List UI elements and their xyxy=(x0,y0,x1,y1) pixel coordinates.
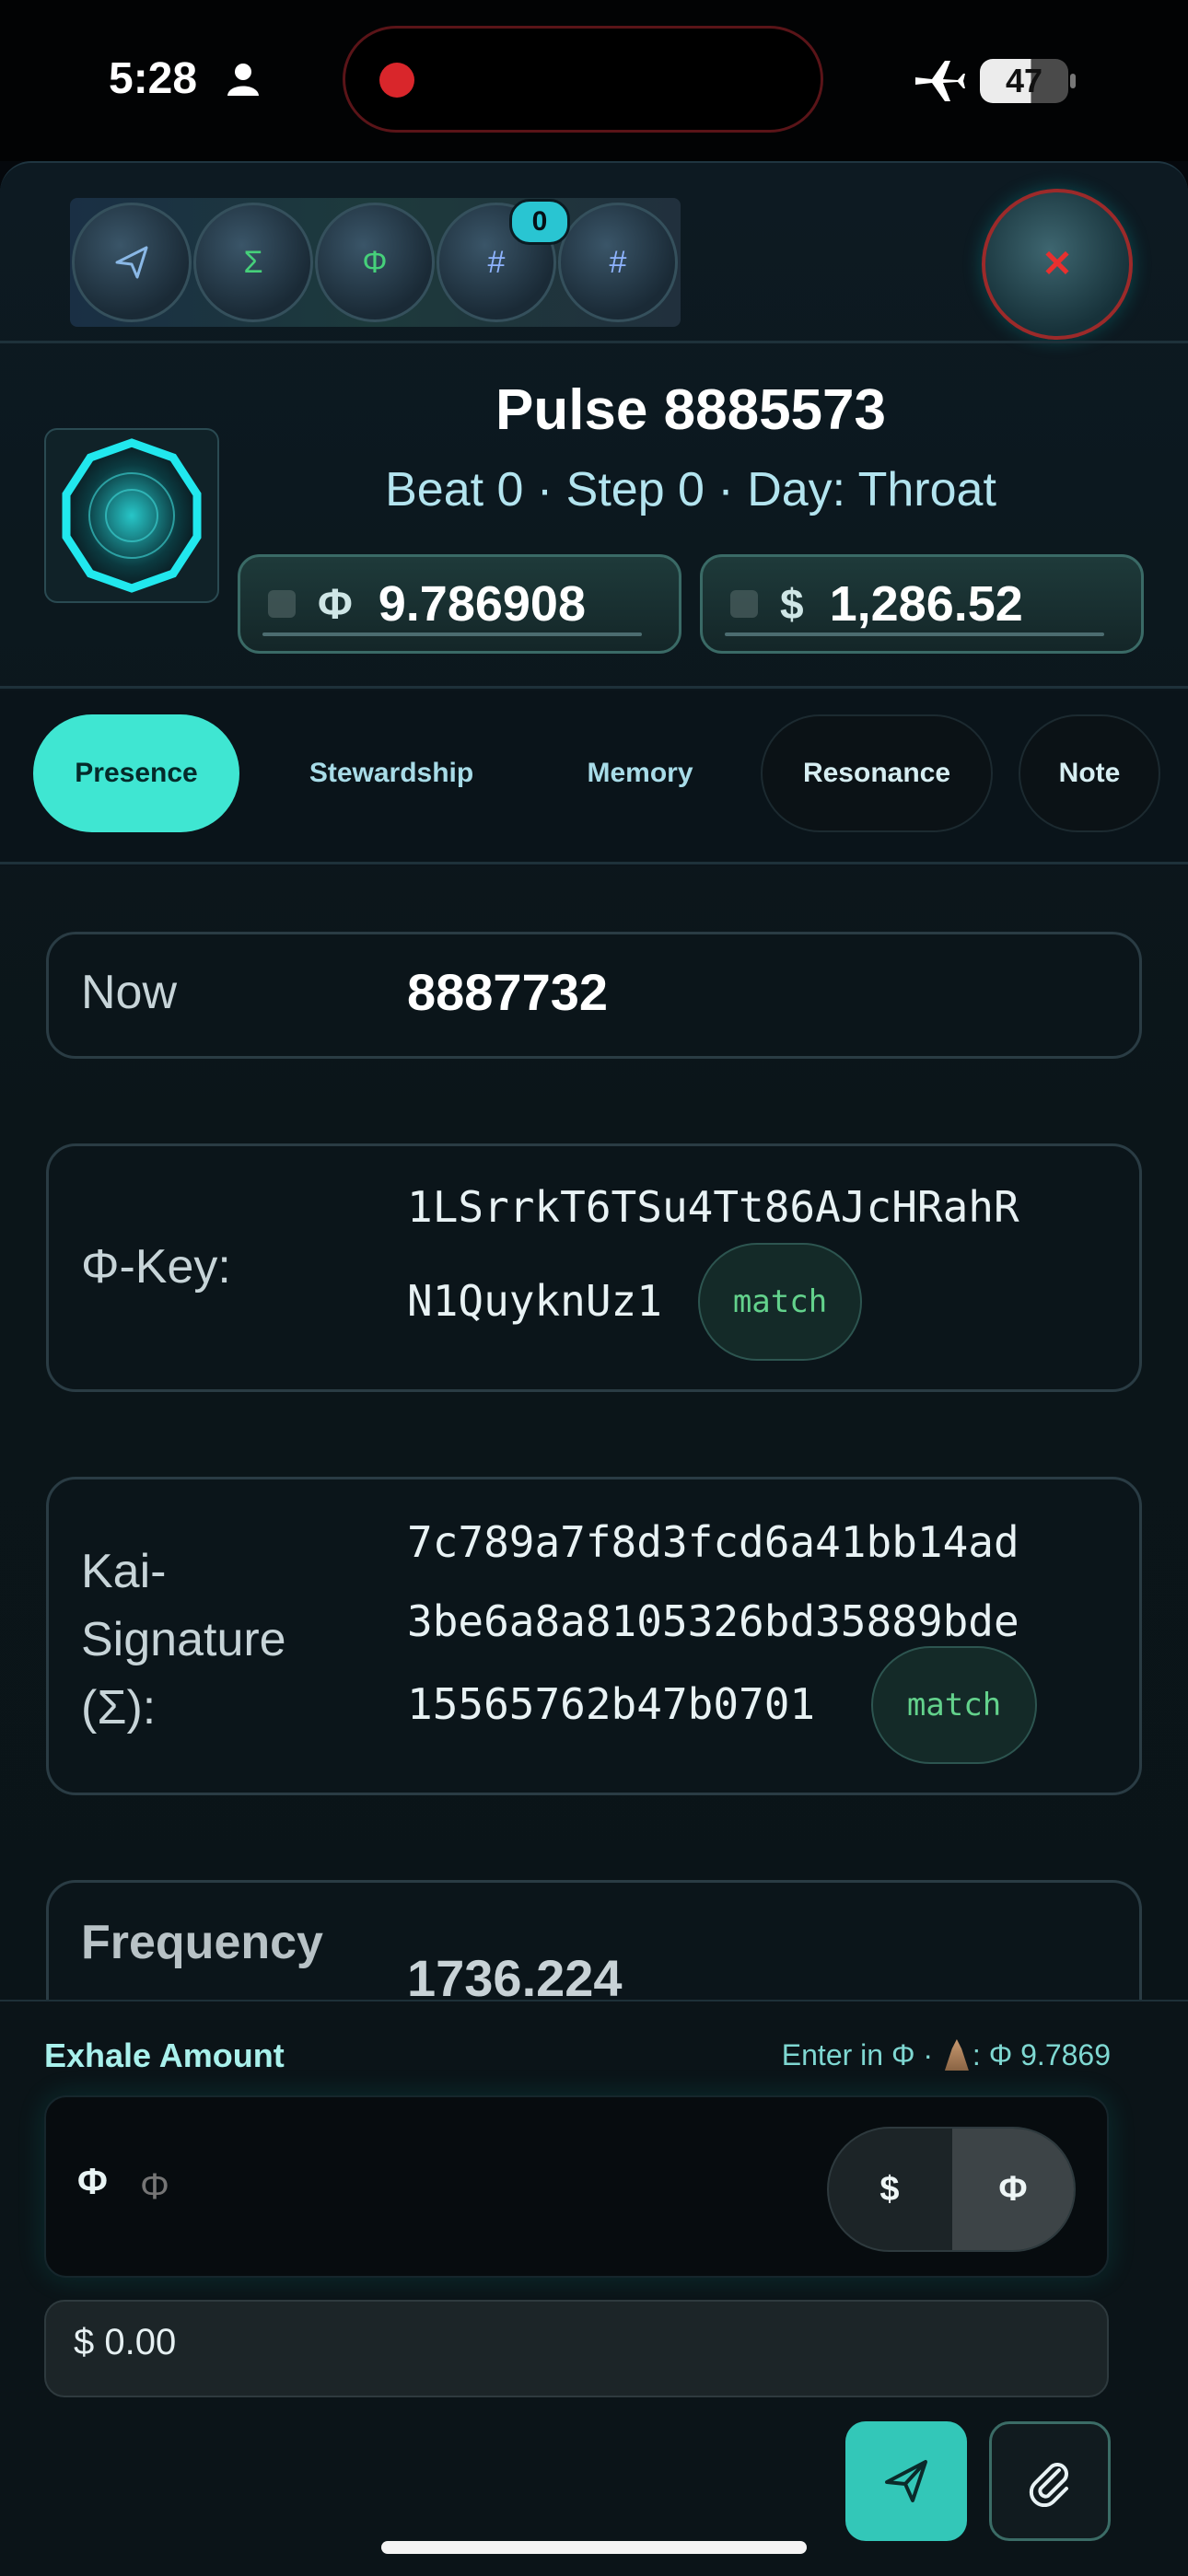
amount-input[interactable] xyxy=(138,2143,805,2230)
exhale-hint-suffix: : Φ 9.7869 xyxy=(972,2038,1111,2071)
tool-badge: 0 xyxy=(509,199,570,245)
hash-icon[interactable]: # xyxy=(558,203,678,322)
airplane-mode-icon xyxy=(912,57,965,105)
battery-level: 47 xyxy=(980,59,1068,103)
sigma-glyph: Σ xyxy=(243,244,263,280)
sigil-avatar xyxy=(44,428,219,603)
usd-equivalent-value: $ 0.00 xyxy=(74,2322,177,2362)
hash-glyph: # xyxy=(609,244,627,280)
kai-signature-label-line: Kai- xyxy=(81,1545,167,1598)
phi-key-line-2: N1QuyknUz1 xyxy=(407,1276,662,1326)
exhale-amount-label: Exhale Amount xyxy=(44,2036,285,2074)
person-statue-icon xyxy=(944,2039,969,2071)
close-icon: ✕ xyxy=(1042,244,1073,284)
home-indicator xyxy=(381,2541,807,2554)
exhale-hint-prefix: Enter in Φ · xyxy=(781,2038,941,2071)
kai-signature-match-badge: match xyxy=(871,1646,1037,1764)
hash-glyph: # xyxy=(487,244,506,280)
tab-stewardship[interactable]: Stewardship xyxy=(276,714,507,832)
tab-note[interactable]: Note xyxy=(1019,714,1160,832)
person-icon xyxy=(225,61,262,98)
phi-balance-chip: Φ 9.786908 xyxy=(238,554,681,654)
dynamic-island xyxy=(343,26,823,133)
phi-symbol: Φ xyxy=(318,580,353,628)
phi-key-match-badge: match xyxy=(698,1243,862,1361)
pulse-title: Pulse 8885573 xyxy=(495,378,886,442)
phi-glyph: Φ xyxy=(362,244,388,280)
now-label: Now xyxy=(81,966,178,1019)
recording-indicator-icon xyxy=(379,63,414,98)
now-value: 8887732 xyxy=(407,963,609,1021)
tab-memory[interactable]: Memory xyxy=(543,714,737,832)
exhale-hint: Enter in Φ · : Φ 9.7869 xyxy=(782,2038,1111,2072)
usd-symbol: $ xyxy=(780,580,804,628)
kai-signature-line-3: 15565762b47b0701 xyxy=(407,1679,816,1729)
kai-signature-label-line: Signature xyxy=(81,1613,286,1666)
paperclip-icon xyxy=(1029,2463,1068,2507)
attach-button[interactable] xyxy=(989,2421,1111,2541)
blurred-icon xyxy=(268,590,296,618)
usd-equivalent-field xyxy=(44,2300,1109,2397)
chip-underline xyxy=(725,632,1104,636)
currency-toggle-usd[interactable]: $ xyxy=(829,2129,950,2250)
divider xyxy=(0,686,1188,689)
divider xyxy=(0,862,1188,864)
phi-key-line-1: 1LSrrkT6TSu4Tt86AJcHRahR xyxy=(407,1182,1019,1232)
phi-icon[interactable]: Φ xyxy=(315,203,435,322)
usd-balance: 1,286.52 xyxy=(829,576,1023,632)
blurred-icon xyxy=(730,590,758,618)
tab-resonance[interactable]: Resonance xyxy=(761,714,993,832)
battery-nub xyxy=(1070,74,1076,88)
close-button[interactable]: ✕ xyxy=(982,189,1133,340)
send-icon xyxy=(885,2460,927,2502)
phi-balance: 9.786908 xyxy=(378,576,586,632)
amount-phi-symbol: Φ xyxy=(77,2162,108,2202)
status-time: 5:28 xyxy=(109,54,198,103)
phi-key-label: Φ-Key: xyxy=(81,1240,231,1294)
tab-presence[interactable]: Presence xyxy=(33,714,239,832)
kai-signature-line-1: 7c789a7f8d3fcd6a41bb14ad xyxy=(407,1517,1019,1567)
frequency-label: Frequency xyxy=(81,1916,323,1969)
usd-balance-chip: $ 1,286.52 xyxy=(700,554,1144,654)
divider xyxy=(0,341,1188,343)
chip-underline xyxy=(262,632,642,636)
kai-signature-label: Kai- Signature (Σ): xyxy=(81,1537,286,1742)
send-button[interactable] xyxy=(845,2421,967,2541)
pulse-subtitle: Beat 0 · Step 0 · Day: Throat xyxy=(385,463,996,516)
currency-toggle-phi[interactable]: Φ xyxy=(952,2129,1074,2250)
kai-signature-label-line: (Σ): xyxy=(81,1681,157,1735)
send-icon[interactable] xyxy=(72,203,192,322)
sigma-icon[interactable]: Σ xyxy=(193,203,313,322)
